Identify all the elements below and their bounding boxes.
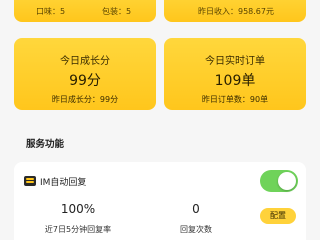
yesterday-orders: 昨日订单数：90单 [201, 95, 269, 104]
growth-score-card[interactable]: 今日成长分 99分 昨日成长分：99分 [14, 38, 156, 110]
im-auto-reply-toggle[interactable] [260, 170, 298, 192]
im-auto-reply-label: IM自动回复 [40, 178, 87, 188]
yesterday-growth-score: 昨日成长分：99分 [51, 95, 119, 104]
income-card[interactable]: 昨日收入：958.67元 [164, 0, 306, 22]
yesterday-income: 昨日收入：958.67元 [198, 7, 274, 16]
score-card[interactable]: 口味：5 包装：5 [14, 0, 156, 22]
services-section-title: 服务功能 [26, 139, 65, 150]
im-auto-reply-panel: IM自动回复 100% 近7日5分钟回复率 0 回复次数 配置 [14, 162, 306, 240]
reply-rate-value: 100% [60, 202, 96, 216]
realtime-orders-value: 109单 [214, 73, 256, 89]
realtime-orders-card[interactable]: 今日实时订单 109单 昨日订单数：90单 [164, 38, 306, 110]
message-icon [24, 176, 36, 186]
reply-count-label: 回复次数 [180, 225, 212, 234]
toggle-knob [278, 172, 296, 190]
growth-score-value: 99分 [69, 73, 101, 89]
taste-score: 口味：5 [36, 7, 66, 16]
growth-score-title: 今日成长分 [60, 56, 110, 67]
realtime-orders-title: 今日实时订单 [205, 56, 265, 67]
reply-count-value: 0 [192, 202, 200, 216]
packaging-score: 包装：5 [102, 7, 132, 16]
reply-rate-label: 近7日5分钟回复率 [44, 225, 112, 234]
config-button[interactable]: 配置 [260, 208, 296, 224]
